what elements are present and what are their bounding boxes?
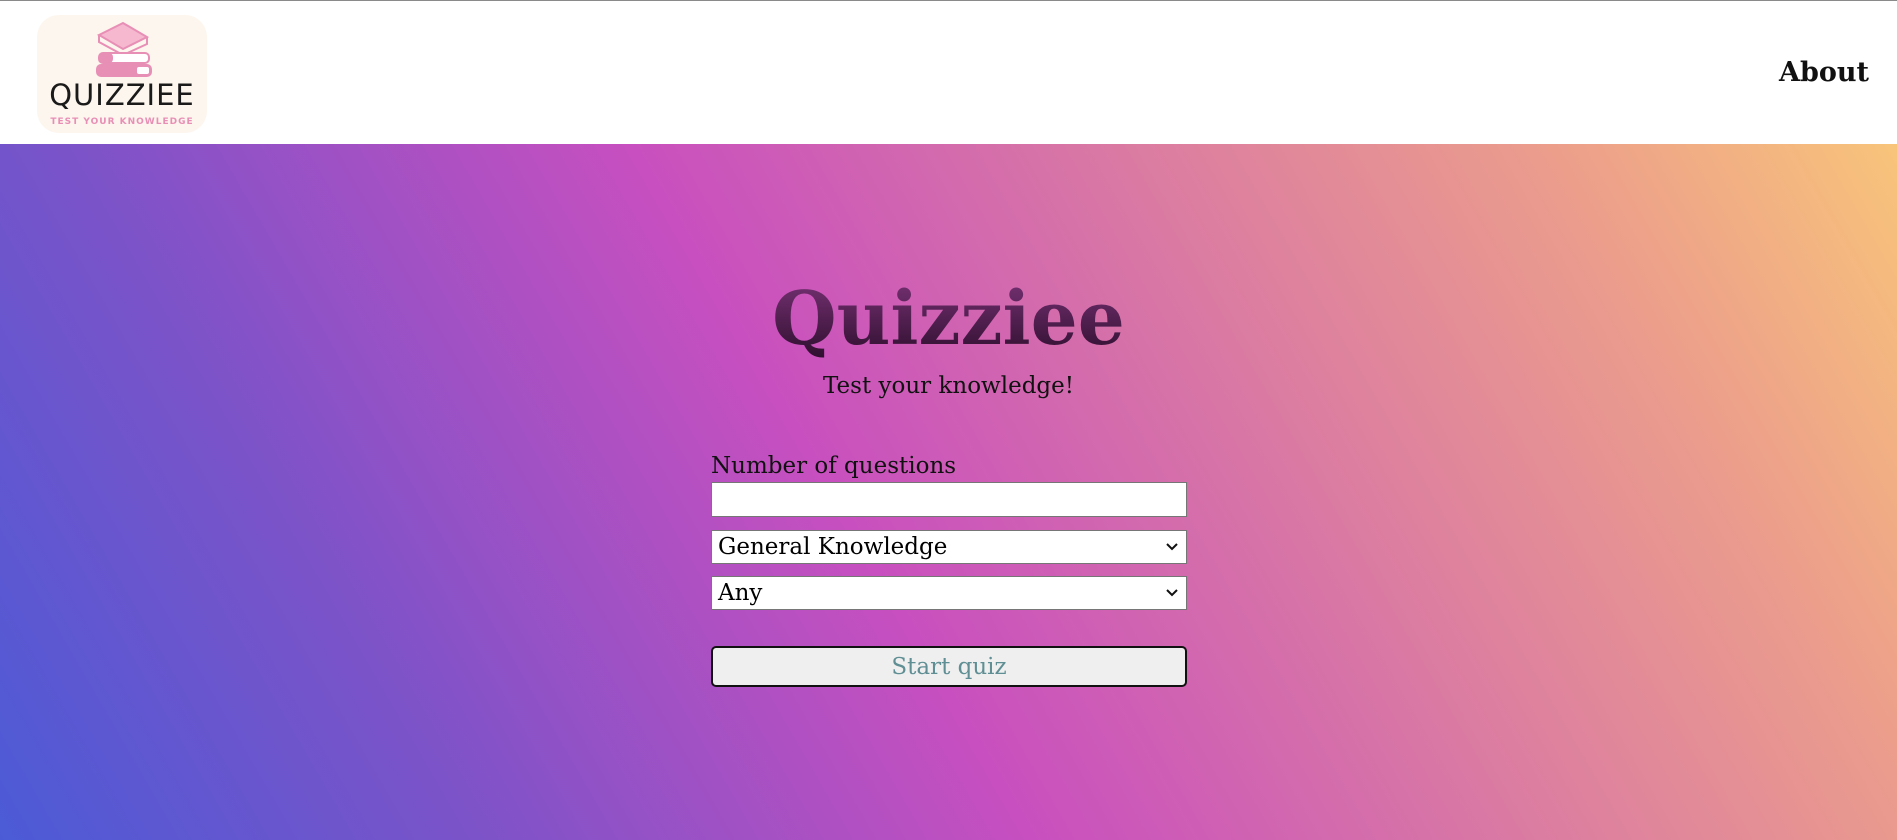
chevron-down-icon xyxy=(1166,543,1178,551)
logo[interactable]: QUIZZIEE TEST YOUR KNOWLEDGE xyxy=(37,15,207,133)
site-header: QUIZZIEE TEST YOUR KNOWLEDGE About xyxy=(0,1,1897,144)
logo-tagline: TEST YOUR KNOWLEDGE xyxy=(50,117,194,127)
logo-wordmark: QUIZZIEE xyxy=(49,78,195,112)
quiz-setup-form: Number of questions General Knowledge An… xyxy=(711,450,1187,687)
questions-count-label: Number of questions xyxy=(711,453,957,479)
page-title: Quizziee xyxy=(0,274,1897,364)
questions-count-input[interactable] xyxy=(711,482,1187,517)
category-selected-value: General Knowledge xyxy=(718,534,948,560)
nav-about-link[interactable]: About xyxy=(1779,53,1869,93)
difficulty-select[interactable]: Any xyxy=(711,576,1187,610)
start-quiz-button[interactable]: Start quiz xyxy=(711,646,1187,687)
hero-section: Quizziee Test your knowledge! Number of … xyxy=(0,144,1897,840)
page-subtitle: Test your knowledge! xyxy=(822,373,1075,399)
difficulty-selected-value: Any xyxy=(718,580,763,606)
chevron-down-icon xyxy=(1166,589,1178,597)
category-select[interactable]: General Knowledge xyxy=(711,530,1187,564)
